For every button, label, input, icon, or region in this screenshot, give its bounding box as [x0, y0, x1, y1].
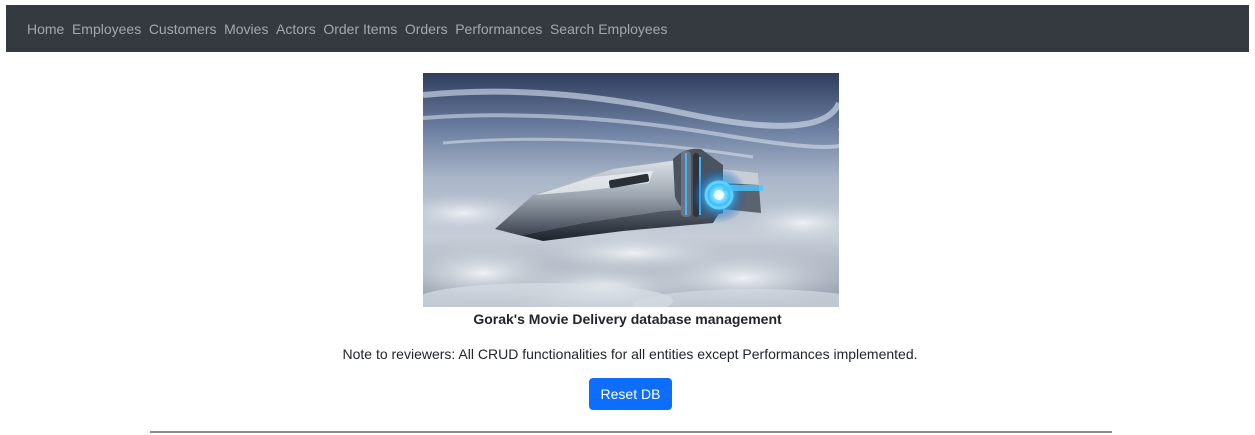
- hero-caption: Gorak's Movie Delivery database manageme…: [473, 311, 782, 327]
- reset-db-button[interactable]: Reset DB: [589, 378, 672, 410]
- reviewer-note: Note to reviewers: All CRUD functionalit…: [342, 346, 918, 362]
- nav-link-order-items[interactable]: Order Items: [323, 21, 397, 37]
- page-divider: [150, 431, 1112, 433]
- nav-link-orders[interactable]: Orders: [405, 21, 448, 37]
- nav-link-employees[interactable]: Employees: [72, 21, 141, 37]
- nav-link-movies[interactable]: Movies: [224, 21, 268, 37]
- nav-link-home[interactable]: Home: [27, 21, 64, 37]
- hero-spaceship-image: [423, 73, 839, 307]
- nav-link-performances[interactable]: Performances: [455, 21, 542, 37]
- nav-link-search-employees[interactable]: Search Employees: [550, 21, 668, 37]
- nav-link-customers[interactable]: Customers: [149, 21, 217, 37]
- nav-link-actors[interactable]: Actors: [276, 21, 316, 37]
- top-navbar: Home Employees Customers Movies Actors O…: [6, 5, 1249, 52]
